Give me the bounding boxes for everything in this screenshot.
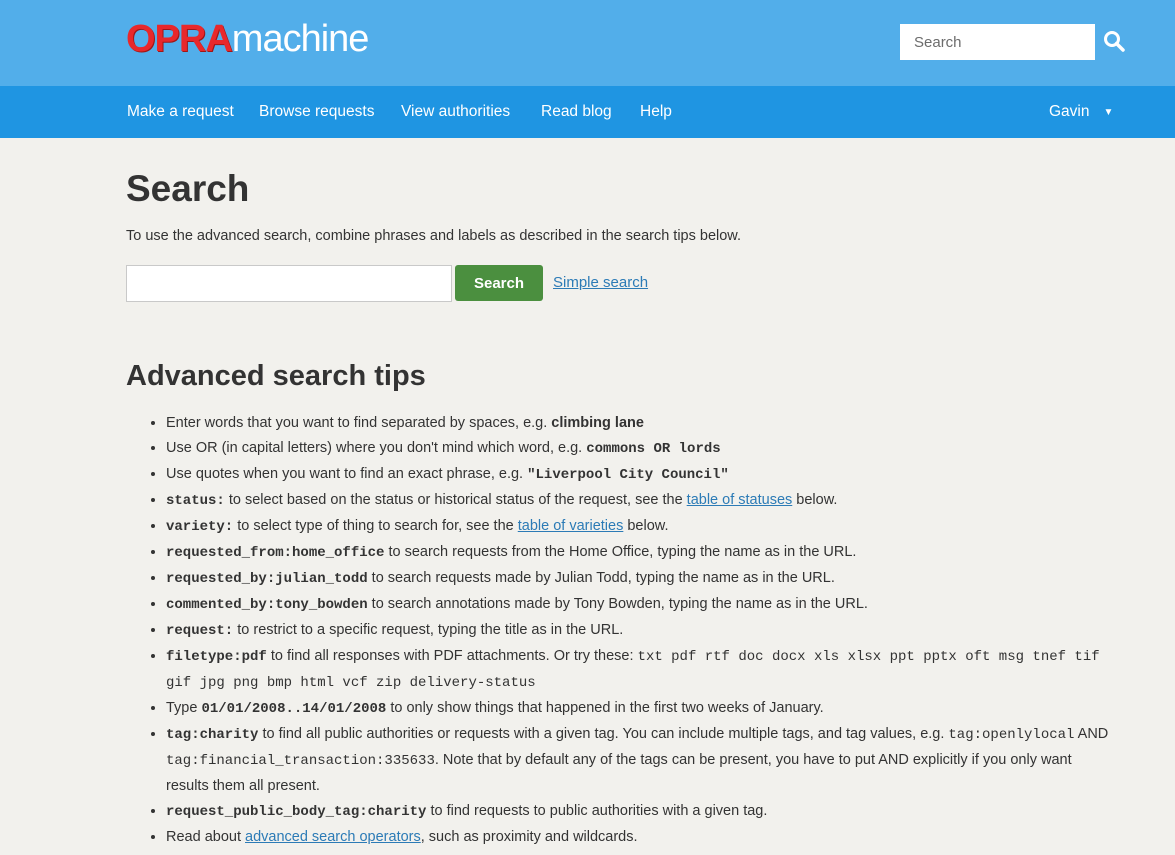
tip-text: Use OR (in capital letters) where you do…: [166, 440, 587, 456]
tips-list: Enter words that you want to find separa…: [126, 411, 1111, 850]
nav-read-blog[interactable]: Read blog: [541, 86, 612, 138]
tip-text: to select type of thing to search for, s…: [233, 518, 518, 534]
tip-example: tag:openlylocal: [948, 727, 1075, 743]
list-item: commented_by:tony_bowden to search annot…: [166, 592, 1111, 618]
site-header: OPRAmachine: [0, 0, 1175, 86]
tip-text: to select based on the status or histori…: [224, 492, 687, 508]
nav-make-request[interactable]: Make a request: [127, 86, 234, 138]
advanced-search-operators-link[interactable]: advanced search operators: [245, 829, 421, 845]
intro-text: To use the advanced search, combine phra…: [126, 228, 742, 244]
tip-text: Use quotes when you want to find an exac…: [166, 466, 528, 482]
tip-operator: filetype:pdf: [166, 649, 267, 665]
nav-help[interactable]: Help: [640, 86, 672, 138]
tip-text: to find all responses with PDF attachmen…: [266, 648, 638, 664]
tip-text: Enter words that you want to find separa…: [166, 415, 552, 431]
header-search-input[interactable]: [900, 24, 1095, 60]
list-item: Read about advanced search operators, su…: [166, 825, 1111, 850]
table-of-statuses-link[interactable]: table of statuses: [687, 492, 793, 508]
list-item: requested_from:home_office to search req…: [166, 540, 1111, 566]
site-logo[interactable]: OPRAmachine: [126, 18, 370, 60]
caret-down-icon: ▼: [1103, 107, 1114, 118]
logo-machine-text: machine: [231, 18, 370, 60]
tip-example: climbing lane: [551, 415, 644, 431]
advanced-search-input[interactable]: [126, 265, 452, 302]
tip-example: commons OR lords: [586, 441, 721, 457]
list-item: filetype:pdf to find all responses with …: [166, 644, 1111, 696]
list-item: Enter words that you want to find separa…: [166, 411, 1111, 436]
tip-text: to search annotations made by Tony Bowde…: [367, 596, 868, 612]
tip-operator: commented_by:tony_bowden: [166, 597, 368, 613]
search-button[interactable]: Search: [455, 265, 543, 301]
list-item: Type 01/01/2008..14/01/2008 to only show…: [166, 696, 1111, 722]
tip-example: tag:financial_transaction:335633: [166, 753, 435, 769]
tip-text: Type: [166, 700, 202, 716]
tip-operator: status:: [166, 493, 225, 509]
tip-operator: 01/01/2008..14/01/2008: [201, 701, 387, 717]
tips-heading: Advanced search tips: [126, 360, 426, 392]
list-item: request: to restrict to a specific reque…: [166, 618, 1111, 644]
tip-text: below.: [623, 518, 669, 534]
tip-text: below.: [792, 492, 838, 508]
list-item: requested_by:julian_todd to search reque…: [166, 566, 1111, 592]
nav-browse-requests[interactable]: Browse requests: [259, 86, 374, 138]
table-of-varieties-link[interactable]: table of varieties: [518, 518, 624, 534]
tip-text: to only show things that happened in the…: [386, 700, 824, 716]
list-item: variety: to select type of thing to sear…: [166, 514, 1111, 540]
list-item: tag:charity to find all public authoriti…: [166, 722, 1111, 799]
tip-text: to search requests from the Home Office,…: [384, 544, 857, 560]
tip-operator: requested_from:home_office: [166, 545, 385, 561]
search-icon[interactable]: [1102, 29, 1128, 55]
list-item: Use OR (in capital letters) where you do…: [166, 436, 1111, 462]
tip-operator: requested_by:julian_todd: [166, 571, 368, 587]
logo-opra-text: OPRA: [126, 18, 233, 60]
tip-text: to restrict to a specific request, typin…: [233, 622, 624, 638]
list-item: status: to select based on the status or…: [166, 488, 1111, 514]
tip-text: to find all public authorities or reques…: [258, 726, 949, 742]
user-name: Gavin: [1049, 103, 1090, 120]
main-nav: Make a request Browse requests View auth…: [0, 86, 1175, 138]
tip-operator: request:: [166, 623, 234, 639]
tip-operator: request_public_body_tag:charity: [166, 804, 427, 820]
list-item: request_public_body_tag:charity to find …: [166, 799, 1111, 825]
tip-text: to find requests to public authorities w…: [426, 803, 768, 819]
simple-search-link[interactable]: Simple search: [553, 274, 648, 291]
tip-example: "Liverpool City Council": [527, 467, 729, 483]
nav-view-authorities[interactable]: View authorities: [401, 86, 510, 138]
tip-text: , such as proximity and wildcards.: [420, 829, 638, 845]
tip-operator: tag:charity: [166, 727, 259, 743]
tip-operator: variety:: [166, 519, 234, 535]
tip-text: to search requests made by Julian Todd, …: [367, 570, 835, 586]
user-menu[interactable]: Gavin ▼: [1049, 86, 1113, 138]
list-item: Use quotes when you want to find an exac…: [166, 462, 1111, 488]
tip-text: AND: [1074, 726, 1109, 742]
tip-text: Read about: [166, 829, 246, 845]
page-title: Search: [126, 168, 250, 209]
